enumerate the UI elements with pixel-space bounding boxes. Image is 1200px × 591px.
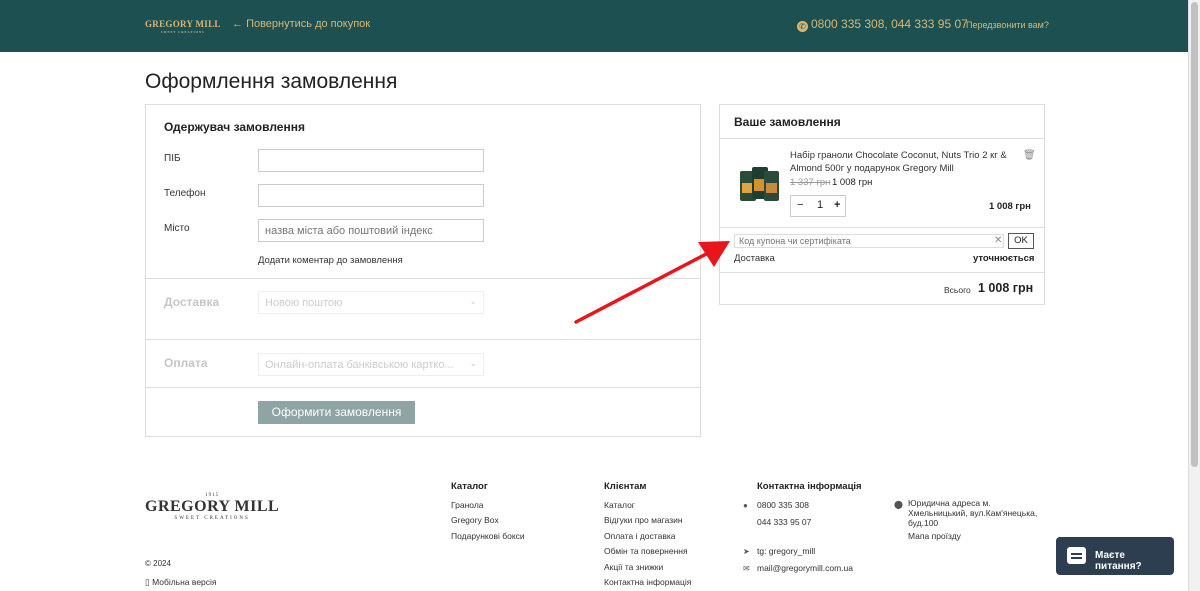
arrow-left-icon: ←	[232, 18, 243, 30]
payment-select[interactable]: Онлайн-оплата банківською картко... ⌄	[258, 353, 484, 376]
coupon-input[interactable]	[734, 234, 1004, 248]
delivery-select[interactable]: Новою поштою ⌄	[258, 291, 484, 314]
annotation-arrow-icon	[574, 241, 730, 324]
order-summary: Ваше замовлення Набір граноли Chocolate …	[719, 104, 1045, 305]
qty-plus-button[interactable]: +	[834, 199, 840, 211]
city-input[interactable]	[258, 219, 484, 242]
page-scrollbar[interactable]	[1188, 0, 1200, 591]
chevron-down-icon: ⌄	[469, 358, 477, 368]
clients-link-promo[interactable]: Акції та знижки	[604, 562, 663, 572]
contact-address: ⬤ Юридична адреса м. Хмельницький, вул.Ка…	[894, 498, 1044, 528]
header-logo[interactable]: GREGORY MILL SWEET CREATIONS	[145, 19, 221, 34]
recipient-title: Одержувач замовлення	[164, 120, 305, 134]
phone-icon: ✆	[797, 21, 808, 32]
scrollbar-thumb[interactable]	[1191, 2, 1198, 467]
map-pin-icon: ⬤	[894, 500, 903, 509]
delivery-title: Доставка	[164, 295, 220, 309]
submit-order-button[interactable]: Оформити замовлення	[258, 401, 415, 424]
order-title: Ваше замовлення	[734, 115, 841, 129]
divider	[720, 138, 1044, 139]
total-label: Всього	[944, 285, 971, 295]
name-input[interactable]	[258, 149, 484, 172]
coupon-ok-button[interactable]: OK	[1008, 233, 1034, 249]
delivery-selected: Новою поштою	[265, 297, 343, 309]
catalog-title: Каталог	[451, 481, 488, 492]
clients-link-exchange[interactable]: Обмін та повернення	[604, 546, 688, 556]
product-image[interactable]	[738, 163, 780, 203]
phones-text: 0800 335 308, 044 333 95 07	[811, 17, 968, 31]
contact-email[interactable]: ✉ mail@gregorymill.com.ua	[743, 563, 853, 573]
divider	[720, 227, 1044, 228]
clients-link-reviews[interactable]: Відгуки про магазин	[604, 515, 683, 525]
footer-logo-sub: SWEET CREATIONS	[174, 516, 250, 521]
name-label: ПІБ	[164, 153, 181, 164]
divider	[146, 339, 700, 340]
telegram-icon: ➤	[743, 547, 750, 556]
mobile-label: Мобільна версія	[152, 577, 217, 587]
old-price: 1 337 грн	[790, 177, 831, 188]
catalog-link-granola[interactable]: Гранола	[451, 500, 484, 510]
chat-widget-button[interactable]: Маєте питання?	[1056, 537, 1174, 575]
mobile-version-link[interactable]: ▯ Мобільна версія	[145, 577, 217, 588]
contact-telegram[interactable]: ➤ tg: gregory_mill	[743, 546, 815, 556]
chevron-down-icon: ⌄	[469, 296, 477, 306]
clear-icon[interactable]: ✕	[994, 235, 1002, 246]
chat-label: Маєте питання?	[1095, 550, 1142, 572]
new-price: 1 008 грн	[832, 177, 873, 188]
footer-logo[interactable]: 1915 GREGORY MILL SWEET CREATIONS	[145, 493, 279, 521]
payment-title: Оплата	[164, 356, 208, 370]
phone-input[interactable]	[258, 184, 484, 207]
clients-title: Клієнтам	[604, 481, 647, 492]
phone-icon: ●	[743, 501, 748, 510]
qty-value[interactable]: 1	[817, 199, 823, 211]
divider	[720, 272, 1044, 273]
phone-label: Телефон	[164, 188, 206, 199]
contact-phone-1[interactable]: ● 0800 335 308	[743, 500, 809, 510]
catalog-link-box[interactable]: Gregory Box	[451, 515, 499, 525]
line-total: 1 008 грн	[989, 201, 1031, 212]
address-text: Юридична адреса м. Хмельницький, вул.Кам…	[908, 498, 1038, 528]
clients-link-catalog[interactable]: Каталог	[604, 500, 635, 510]
back-to-shopping-link[interactable]: ← Повернутись до покупок	[232, 18, 370, 30]
page-title: Оформлення замовлення	[145, 70, 398, 93]
footer-logo-name: GREGORY MILL	[145, 498, 280, 515]
total-value: 1 008 грн	[978, 281, 1034, 295]
callback-link[interactable]: Передзвонити вам?	[966, 20, 1049, 30]
clients-link-payment[interactable]: Оплата і доставка	[604, 531, 675, 541]
add-comment-link[interactable]: Додати коментар до замовлення	[258, 255, 403, 266]
phone1-text: 0800 335 308	[757, 500, 809, 510]
qty-minus-button[interactable]: −	[797, 199, 803, 211]
delivery-label: Доставка	[734, 253, 775, 264]
email-text: mail@gregorymill.com.ua	[757, 563, 854, 573]
divider	[146, 387, 700, 388]
chat-icon	[1067, 547, 1086, 564]
back-link-label: Повернутись до покупок	[246, 18, 371, 30]
mail-icon: ✉	[743, 564, 750, 573]
copyright: © 2024	[145, 559, 171, 568]
header-phones[interactable]: ✆ 0800 335 308, 044 333 95 07	[797, 17, 968, 32]
product-name-link[interactable]: Набір граноли Chocolate Coconut, Nuts Tr…	[790, 149, 1020, 175]
telegram-text: tg: gregory_mill	[757, 546, 816, 556]
contact-phone-2[interactable]: 044 333 95 07	[757, 517, 811, 527]
mobile-icon: ▯	[145, 577, 150, 587]
contacts-title: Контактна інформація	[757, 481, 862, 492]
site-header: GREGORY MILL SWEET CREATIONS ← Повернути…	[0, 0, 1188, 52]
payment-selected: Онлайн-оплата банківською картко...	[265, 359, 454, 371]
catalog-link-gift[interactable]: Подарункові бокси	[451, 531, 525, 541]
quantity-stepper: − 1 +	[790, 195, 846, 217]
trash-icon[interactable]: 🗑	[1023, 150, 1036, 161]
header-logo-sub: SWEET CREATIONS	[160, 30, 205, 34]
map-link[interactable]: Мапа проїзду	[908, 531, 961, 541]
delivery-value: уточнюється	[973, 253, 1035, 264]
city-label: Місто	[164, 223, 190, 234]
header-logo-name: GREGORY MILL	[145, 19, 221, 29]
clients-link-contacts[interactable]: Контактна інформація	[604, 577, 691, 587]
